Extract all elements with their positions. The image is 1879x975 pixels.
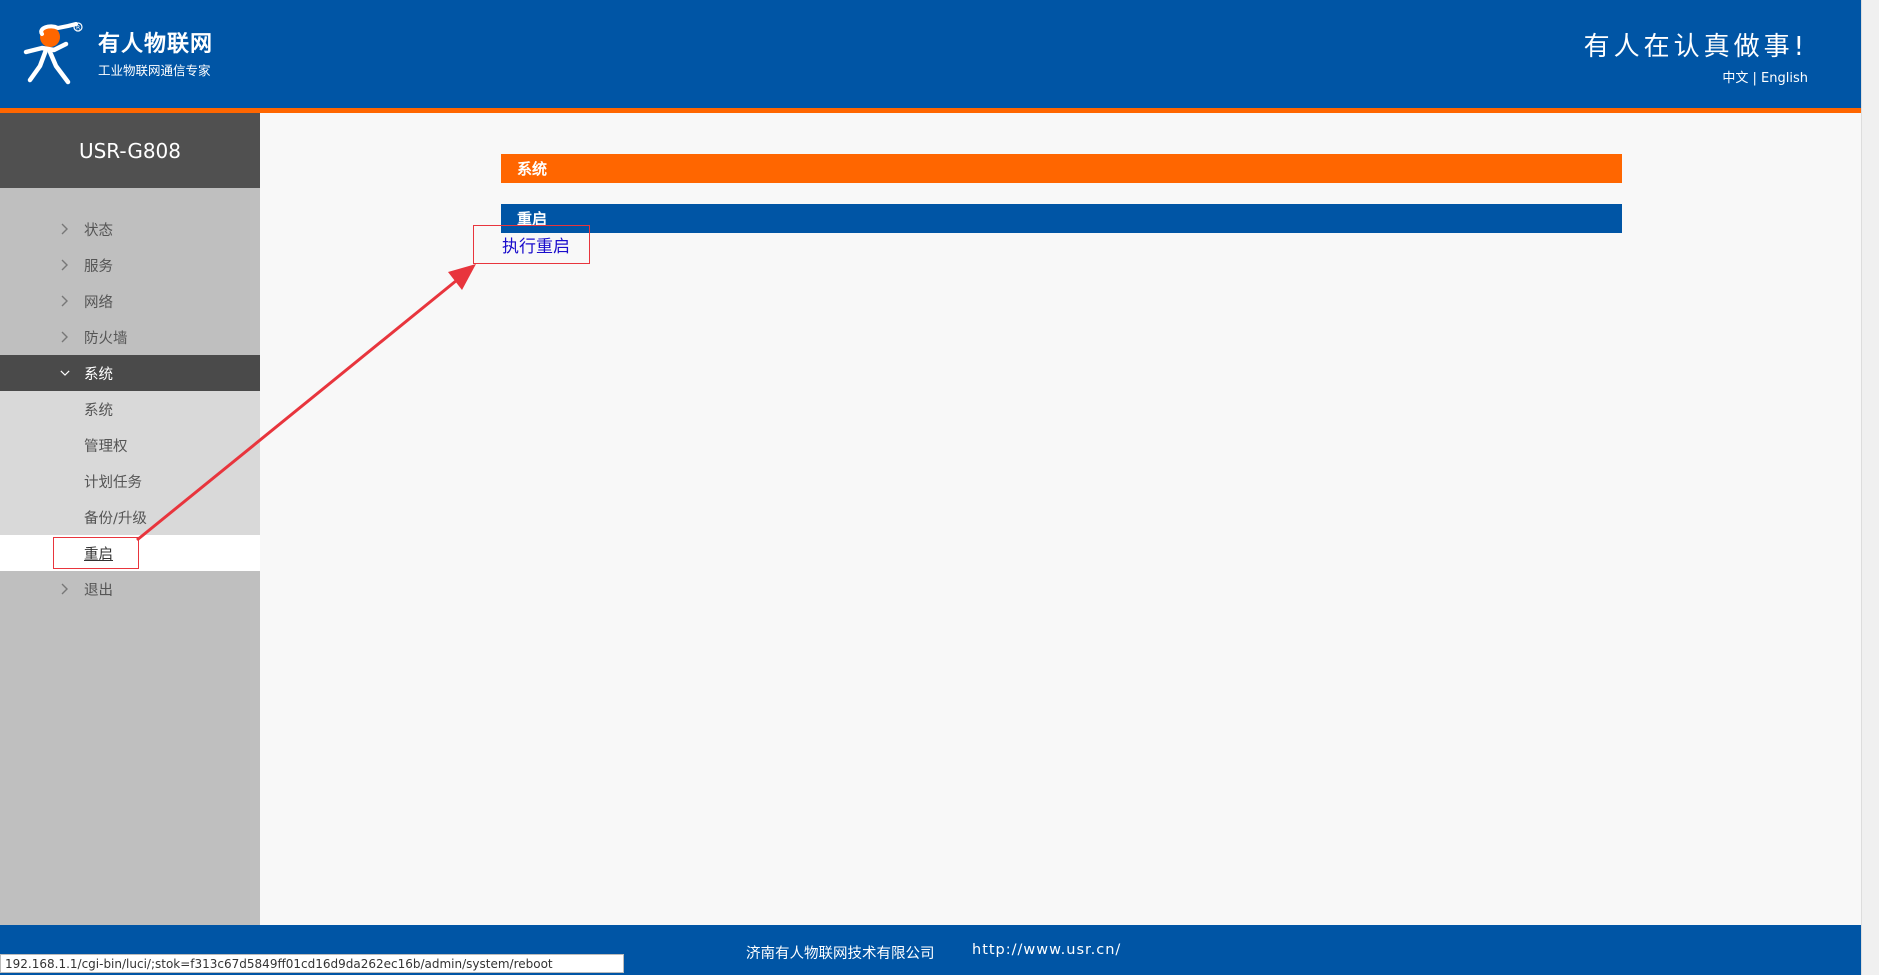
- sidebar-subitem-label: 计划任务: [84, 474, 142, 491]
- sidebar-item-system[interactable]: 系统: [0, 355, 260, 391]
- logo-icon: R: [23, 22, 83, 85]
- chevron-right-icon: [60, 330, 70, 344]
- sidebar-item-label: 网络: [84, 294, 113, 311]
- lang-separator: |: [1752, 71, 1757, 86]
- slogan: 有人在认真做事!: [1583, 32, 1808, 62]
- sidebar-subitem-scheduled-tasks[interactable]: 计划任务: [0, 463, 260, 499]
- section-title: 系统: [517, 160, 548, 178]
- language-switcher: 中文 | English: [1722, 67, 1808, 86]
- sidebar: USR-G808 状态 服务 网络 防火墙 系统 系统 管理权 计划任务 备份/…: [0, 113, 260, 925]
- sidebar-item-network[interactable]: 网络: [0, 283, 260, 319]
- sidebar-item-status[interactable]: 状态: [0, 211, 260, 247]
- sidebar-item-label: 状态: [84, 222, 113, 239]
- sidebar-item-label: 防火墙: [84, 330, 128, 347]
- sidebar-subitem-backup-upgrade[interactable]: 备份/升级: [0, 499, 260, 535]
- sidebar-subitem-label: 管理权: [84, 438, 128, 455]
- header-accent-bar: [0, 108, 1862, 113]
- footer-company: 济南有人物联网技术有限公司: [746, 946, 935, 962]
- lang-english-link[interactable]: English: [1761, 71, 1808, 86]
- sidebar-subitem-system[interactable]: 系统: [0, 391, 260, 427]
- device-title: USR-G808: [0, 113, 260, 188]
- lang-chinese-link[interactable]: 中文: [1722, 71, 1748, 86]
- sidebar-item-label: 退出: [84, 582, 113, 599]
- vertical-scrollbar[interactable]: [1861, 0, 1879, 975]
- sidebar-subitem-label: 系统: [84, 402, 113, 419]
- annotation-arrow: [136, 264, 476, 542]
- chevron-down-icon: [60, 366, 70, 380]
- annotation-box-reboot-menu: [53, 537, 139, 569]
- sidebar-subitem-admin[interactable]: 管理权: [0, 427, 260, 463]
- sidebar-subitem-label: 备份/升级: [84, 510, 147, 527]
- header: R 有人物联网 工业物联网通信专家 有人在认真做事! 中文 | English: [0, 0, 1862, 108]
- sidebar-item-firewall[interactable]: 防火墙: [0, 319, 260, 355]
- chevron-right-icon: [60, 258, 70, 272]
- brand-name: 有人物联网: [98, 32, 214, 57]
- sidebar-item-services[interactable]: 服务: [0, 247, 260, 283]
- chevron-right-icon: [60, 582, 70, 596]
- brand-subtitle: 工业物联网通信专家: [98, 63, 211, 78]
- sidebar-item-label: 服务: [84, 258, 113, 275]
- annotation-box-reboot-link: [473, 225, 590, 264]
- sidebar-item-label: 系统: [84, 366, 113, 383]
- chevron-right-icon: [60, 222, 70, 236]
- section-title-bar: 系统: [501, 154, 1622, 183]
- subsection-title-bar: 重启: [501, 204, 1622, 233]
- sidebar-item-logout[interactable]: 退出: [0, 571, 260, 607]
- chevron-right-icon: [60, 294, 70, 308]
- footer-url-link[interactable]: http://www.usr.cn/: [972, 942, 1121, 958]
- svg-text:R: R: [76, 25, 80, 32]
- browser-status-bar: 192.168.1.1/cgi-bin/luci/;stok=f313c67d5…: [0, 954, 624, 973]
